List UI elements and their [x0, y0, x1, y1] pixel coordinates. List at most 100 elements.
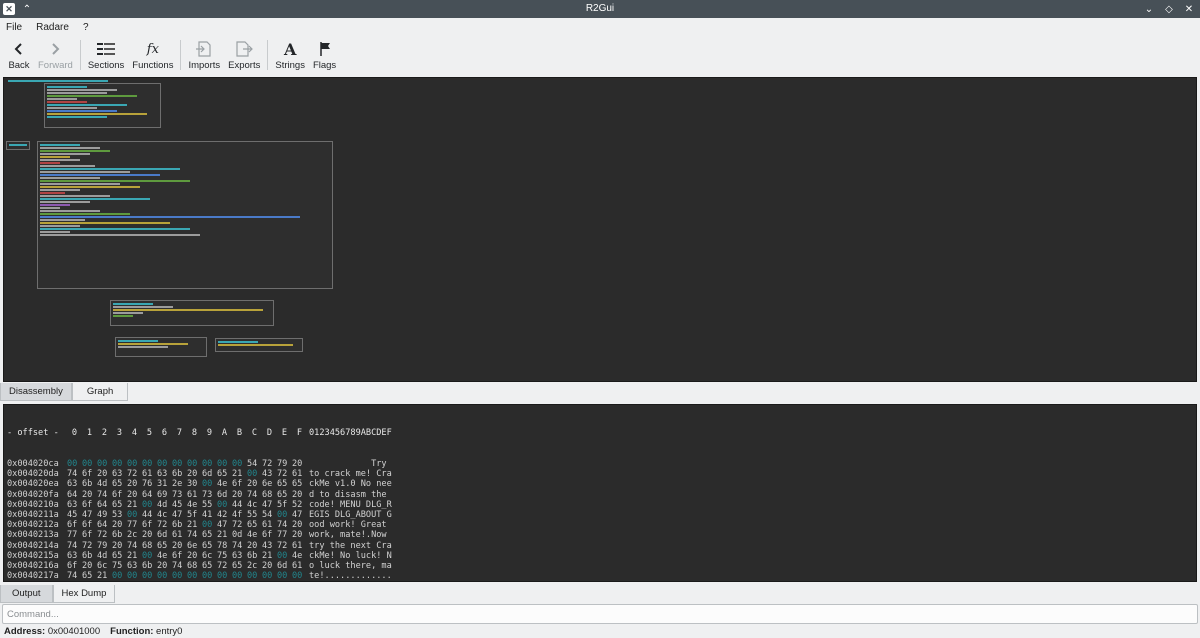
maximize-icon[interactable]: ◇ — [1162, 1, 1176, 17]
hex-byte[interactable]: 74 — [172, 561, 187, 571]
hex-byte[interactable]: 00 — [247, 469, 262, 479]
hex-byte[interactable]: 65 — [112, 479, 127, 489]
hex-byte[interactable]: 65 — [232, 561, 247, 571]
hex-byte[interactable]: 2c — [247, 561, 262, 571]
hex-byte[interactable]: 72 — [232, 520, 247, 530]
hex-byte[interactable]: 55 — [202, 500, 217, 510]
hex-byte[interactable]: 74 — [67, 541, 82, 551]
hex-row[interactable]: 0x004020ca 00 00 00 00 00 00 00 00 00 00 00 00 54 72 79… — [7, 459, 392, 469]
hex-byte[interactable]: 65 — [112, 500, 127, 510]
hex-byte[interactable]: 72 — [217, 561, 232, 571]
hex-byte[interactable]: 00 — [187, 459, 202, 469]
graph-view[interactable] — [3, 77, 1197, 382]
hex-byte[interactable]: 00 — [292, 571, 307, 581]
hex-byte[interactable]: 55 — [247, 510, 262, 520]
hex-byte[interactable]: 6f — [232, 479, 247, 489]
hex-byte[interactable]: 4e — [157, 551, 172, 561]
hex-byte[interactable]: 00 — [202, 571, 217, 581]
hex-byte[interactable]: 41 — [202, 510, 217, 520]
hex-byte[interactable]: 74 — [232, 541, 247, 551]
forward-button[interactable]: Forward — [34, 37, 77, 71]
tab-hex-dump[interactable]: Hex Dump — [52, 585, 116, 603]
hex-byte[interactable]: 6b — [82, 479, 97, 489]
hex-byte[interactable]: 00 — [157, 581, 172, 582]
hex-byte[interactable]: 4e — [247, 530, 262, 540]
hex-row[interactable]: 0x0040213a 77 6f 72 6b 2c 20 6d 61 74 65 21 0d 4e 6f 77… — [7, 530, 392, 540]
hex-byte[interactable]: 44 — [232, 500, 247, 510]
hex-byte[interactable]: 00 — [217, 500, 232, 510]
hex-row[interactable]: 0x0040217a 74 65 21 00 00 00 00 00 00 00 00 00 00 00 00… — [7, 571, 392, 581]
hex-byte[interactable]: 20 — [232, 490, 247, 500]
hex-byte[interactable]: 00 — [142, 551, 157, 561]
menu-file[interactable]: File — [6, 22, 22, 33]
hex-byte[interactable]: 4d — [157, 500, 172, 510]
hex-byte[interactable]: 5f — [187, 510, 202, 520]
hex-byte[interactable]: 00 — [232, 571, 247, 581]
hex-byte[interactable]: 65 — [202, 530, 217, 540]
hex-byte[interactable]: 65 — [277, 490, 292, 500]
hex-byte[interactable]: 65 — [82, 571, 97, 581]
hex-byte[interactable]: 45 — [67, 510, 82, 520]
hex-dump-view[interactable]: - offset - 0123456789ABCDEF 0123456789AB… — [3, 404, 1197, 582]
hex-byte[interactable]: 6d — [217, 490, 232, 500]
hex-byte[interactable]: 63 — [67, 479, 82, 489]
hex-byte[interactable]: 49 — [97, 510, 112, 520]
hex-byte[interactable]: 2c — [127, 530, 142, 540]
hex-byte[interactable]: 6f — [67, 561, 82, 571]
hex-byte[interactable]: 65 — [247, 520, 262, 530]
hex-byte[interactable]: 00 — [217, 581, 232, 582]
hex-byte[interactable]: 0d — [232, 530, 247, 540]
hex-byte[interactable]: 5f — [277, 500, 292, 510]
hex-byte[interactable]: 4c — [247, 500, 262, 510]
hex-byte[interactable]: 65 — [202, 561, 217, 571]
hex-byte[interactable]: 00 — [127, 510, 142, 520]
hex-byte[interactable]: 64 — [67, 490, 82, 500]
hex-byte[interactable]: 74 — [247, 490, 262, 500]
hex-byte[interactable]: 20 — [247, 541, 262, 551]
hex-byte[interactable]: 20 — [142, 530, 157, 540]
hex-byte[interactable]: 6f — [262, 530, 277, 540]
exports-button[interactable]: Exports — [224, 37, 264, 71]
hex-byte[interactable]: 6f — [82, 530, 97, 540]
hex-byte[interactable]: 00 — [67, 581, 82, 582]
hex-byte[interactable]: 21 — [127, 500, 142, 510]
hex-byte[interactable]: 75 — [112, 561, 127, 571]
hex-byte[interactable]: 4d — [97, 551, 112, 561]
hex-byte[interactable]: 4f — [232, 510, 247, 520]
hex-byte[interactable]: 00 — [292, 581, 307, 582]
hex-byte[interactable]: 2e — [172, 479, 187, 489]
hex-row[interactable]: 0x0040215a 63 6b 4d 65 21 00 4e 6f 20 6c 75 63 6b 21 00… — [7, 551, 392, 561]
hex-row[interactable]: 0x0040212a 6f 6f 64 20 77 6f 72 6b 21 00 47 72 65 61 74… — [7, 520, 392, 530]
hex-byte[interactable]: 20 — [97, 469, 112, 479]
hex-byte[interactable]: 00 — [127, 581, 142, 582]
hex-byte[interactable]: 00 — [97, 581, 112, 582]
hex-byte[interactable]: 4e — [292, 551, 307, 561]
hex-row[interactable]: 0x0040218a000000000000000000000000000000… — [7, 581, 392, 582]
hex-byte[interactable]: 00 — [277, 510, 292, 520]
hex-byte[interactable]: 21 — [127, 551, 142, 561]
hex-byte[interactable]: 63 — [157, 469, 172, 479]
command-input[interactable] — [3, 605, 1197, 623]
hex-byte[interactable]: 6f — [142, 520, 157, 530]
hex-byte[interactable]: 44 — [142, 510, 157, 520]
hex-byte[interactable]: 00 — [127, 571, 142, 581]
hex-byte[interactable]: 72 — [277, 469, 292, 479]
hex-byte[interactable]: 63 — [112, 469, 127, 479]
hex-byte[interactable]: 61 — [292, 469, 307, 479]
graph-block[interactable] — [6, 141, 30, 150]
hex-byte[interactable]: 75 — [217, 551, 232, 561]
hex-byte[interactable]: 4d — [97, 479, 112, 489]
hex-byte[interactable]: 68 — [187, 561, 202, 571]
menu-radare[interactable]: Radare — [36, 22, 69, 33]
hex-byte[interactable]: 68 — [262, 490, 277, 500]
hex-byte[interactable]: 47 — [82, 510, 97, 520]
hex-byte[interactable]: 20 — [292, 459, 307, 469]
hex-byte[interactable]: 72 — [277, 541, 292, 551]
hex-byte[interactable]: 20 — [82, 490, 97, 500]
hex-byte[interactable]: 74 — [127, 541, 142, 551]
tab-graph[interactable]: Graph — [71, 383, 129, 401]
hex-byte[interactable]: 20 — [292, 490, 307, 500]
hex-byte[interactable]: 00 — [202, 581, 217, 582]
hex-byte[interactable]: 74 — [67, 571, 82, 581]
hex-byte[interactable]: 00 — [67, 459, 82, 469]
